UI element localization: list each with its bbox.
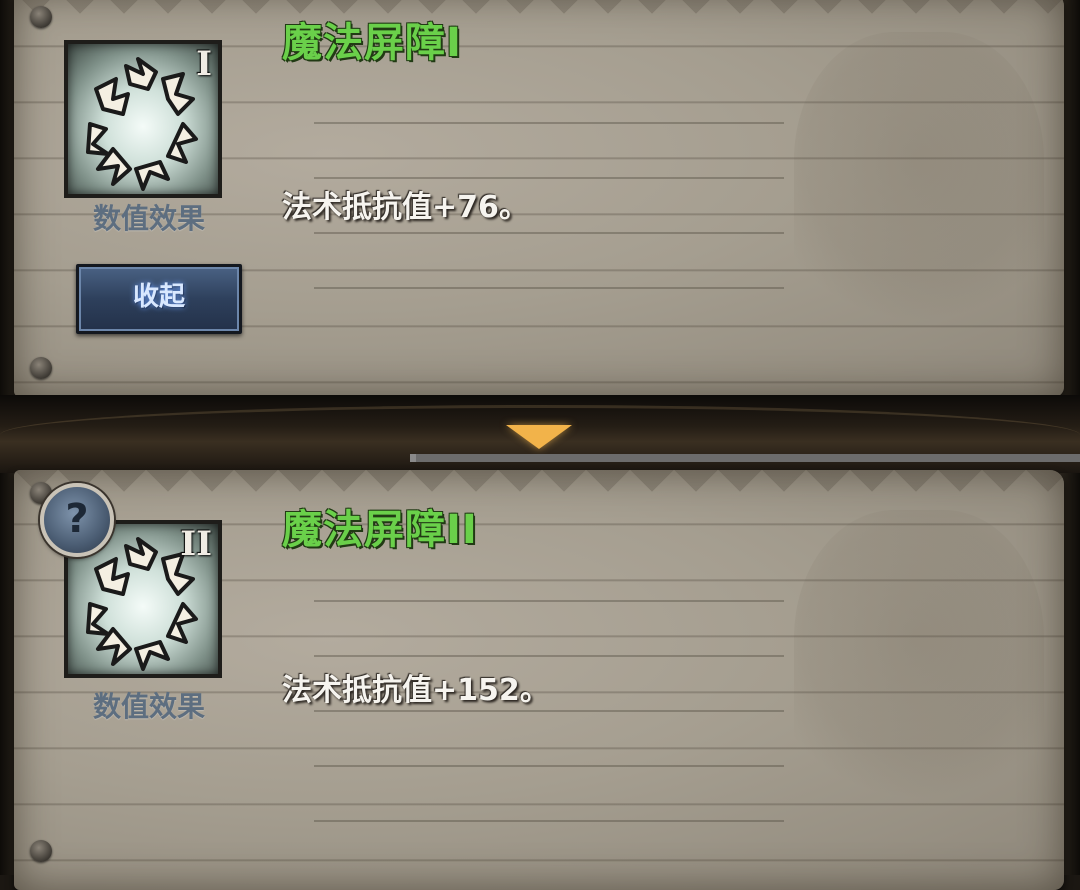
skill-title: 魔法屏障I <box>282 20 462 66</box>
skill-icon[interactable]: I <box>64 40 222 198</box>
divider-line <box>314 765 784 767</box>
divider-line <box>314 122 784 124</box>
divider-line <box>314 232 784 234</box>
divider-line <box>314 710 784 712</box>
tier-numeral: I <box>196 44 212 84</box>
card-border-pattern <box>14 0 1064 36</box>
card-border-pattern <box>14 470 1064 514</box>
divider-line <box>314 600 784 602</box>
skill-card-2: II 数值效果 魔法屏障II 法术抵抗值+152。 <box>14 470 1064 890</box>
divider-line <box>314 177 784 179</box>
tier-numeral: II <box>180 524 212 564</box>
scrollbar-track[interactable] <box>410 454 1080 462</box>
collapse-button[interactable]: 收起 <box>76 264 242 334</box>
skill-category-label: 数值效果 <box>92 202 205 235</box>
card-watermark <box>794 510 1044 830</box>
skill-description: 法术抵抗值+152。 <box>282 673 550 708</box>
triangle-down-icon[interactable] <box>506 425 572 449</box>
rivet-icon <box>30 357 52 379</box>
divider-line <box>314 287 784 289</box>
question-mark-icon[interactable]: ? <box>40 483 114 557</box>
card-watermark <box>794 32 1044 352</box>
divider-line <box>314 655 784 657</box>
rivet-icon <box>30 840 52 862</box>
rivet-icon <box>30 6 52 28</box>
skill-card-1: I 数值效果 魔法屏障I 法术抵抗值+76。 收起 <box>14 0 1064 397</box>
skill-category-label: 数值效果 <box>92 690 205 723</box>
skill-title: 魔法屏障II <box>282 507 478 553</box>
divider-line <box>314 820 784 822</box>
skill-description: 法术抵抗值+76。 <box>282 190 529 225</box>
